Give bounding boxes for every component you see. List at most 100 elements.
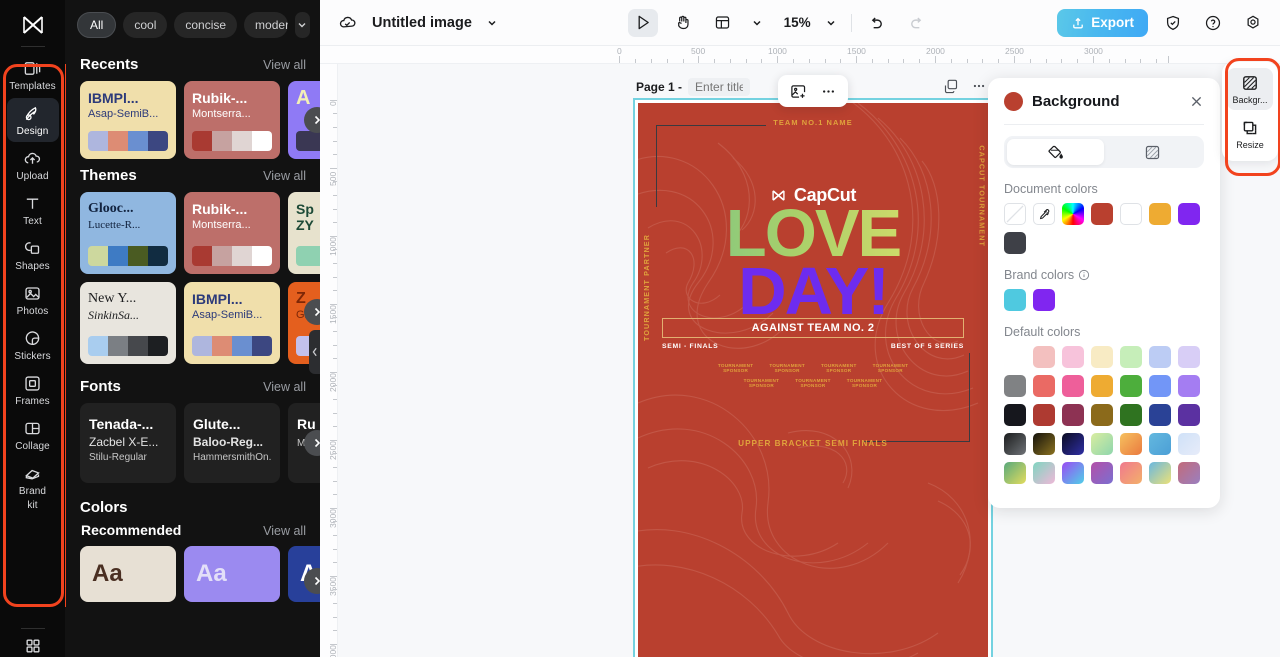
swatch-default-gradient[interactable] [1149,433,1171,455]
font-card[interactable]: Tenada-... Zacbel X-E... Stilu-Regular [80,403,176,483]
view-all-fonts[interactable]: View all [263,380,306,394]
swatch-default[interactable] [1178,346,1200,368]
swatch-default-gradient[interactable] [1149,462,1171,484]
fill-tab[interactable] [1007,139,1104,165]
chevron-down-icon[interactable] [295,12,310,38]
image-plus-icon[interactable] [784,78,812,104]
hand-tool-button[interactable] [668,9,698,37]
ellipsis-icon[interactable] [971,78,987,94]
sidebar-item-design[interactable]: Design [7,98,59,142]
swatch-default[interactable] [1149,375,1171,397]
horizontal-ruler[interactable]: 0 500 1000 1500 2000 2500 3000 [320,46,1280,64]
swatch-default[interactable] [1091,404,1113,426]
vertical-ruler[interactable]: 0 500 1000 1500 2000 2500 3000 3500 4000 [320,64,338,657]
zoom-chevron-down-icon[interactable] [821,9,841,37]
close-icon[interactable] [1189,94,1204,109]
swatch-document-color[interactable] [1004,232,1026,254]
swatch-document-color[interactable] [1178,203,1200,225]
swatch-default-gradient[interactable] [1033,462,1055,484]
swatch-document-color[interactable] [1120,203,1142,225]
transparent-tab[interactable] [1104,139,1201,165]
sidebar-item-collage[interactable]: Collage [7,413,59,457]
theme-card[interactable]: IBMPl... Asap-SemiB... [184,282,280,364]
redo-button[interactable] [902,9,932,37]
sidebar-item-brand-kit[interactable]: Brand kit [7,458,59,516]
chip-concise[interactable]: concise [174,12,237,38]
undo-button[interactable] [862,9,892,37]
chip-cool[interactable]: cool [123,12,167,38]
theme-card[interactable]: New Y... SinkinSa... [80,282,176,364]
sidebar-item-upload[interactable]: Upload [7,143,59,187]
swatch-document-color[interactable] [1091,203,1113,225]
theme-card[interactable]: Sp ZY [288,192,320,274]
sidebar-item-templates[interactable]: Templates [7,53,59,97]
swatch-default[interactable] [1062,375,1084,397]
swatch-default[interactable] [1149,404,1171,426]
swatch-brand-color[interactable] [1004,289,1026,311]
swatch-default[interactable] [1178,404,1200,426]
swatch-default[interactable] [1004,375,1026,397]
swatch-default-gradient[interactable] [1091,462,1113,484]
settings-gear-icon[interactable] [1238,9,1268,37]
font-card[interactable]: Glute... Baloo-Reg... HammersmithOn... [184,403,280,483]
swatch-default-gradient[interactable] [1120,462,1142,484]
chip-all[interactable]: All [77,12,116,38]
capcut-logo-icon[interactable] [20,12,46,38]
ellipsis-icon[interactable] [814,78,842,104]
apps-grid-icon[interactable] [24,637,42,655]
view-all-recents[interactable]: View all [263,58,306,72]
layout-tool-button[interactable] [708,9,738,37]
shield-icon[interactable] [1158,9,1188,37]
swatch-rainbow[interactable] [1062,203,1084,225]
help-circle-icon[interactable] [1198,9,1228,37]
swatch-default[interactable] [1033,375,1055,397]
page-canvas[interactable]: TEAM NO.1 NAME TOURNAMENT PARTNER CAPCUT… [635,100,991,657]
swatch-default[interactable] [1033,346,1055,368]
swatch-none[interactable] [1004,203,1026,225]
swatch-default[interactable] [1149,346,1171,368]
recents-card[interactable]: IBMPl... Asap-SemiB... [80,81,176,159]
background-tool-button[interactable]: Backgr... [1227,68,1273,110]
sidebar-item-frames[interactable]: Frames [7,368,59,412]
swatch-default-gradient[interactable] [1120,433,1142,455]
swatch-eyedropper[interactable] [1033,203,1055,225]
sidebar-item-shapes[interactable]: Shapes [7,233,59,277]
chevron-down-icon[interactable] [748,9,766,37]
export-button[interactable]: Export [1057,9,1148,37]
swatch-default[interactable] [1004,404,1026,426]
view-all-colors[interactable]: View all [263,524,306,538]
swatch-default-gradient[interactable] [1178,433,1200,455]
page-title-input[interactable] [688,78,750,96]
swatch-default[interactable] [1178,375,1200,397]
swatch-default-gradient[interactable] [1004,462,1026,484]
background-color-swatch[interactable] [1004,92,1023,111]
cloud-saved-icon[interactable] [332,9,362,37]
info-icon[interactable] [1078,269,1090,281]
select-tool-button[interactable] [628,9,658,37]
swatch-default[interactable] [1120,346,1142,368]
swatch-default[interactable] [1062,404,1084,426]
chevron-down-icon[interactable] [482,9,502,37]
theme-card[interactable]: Glooc... Lucette-R... [80,192,176,274]
swatch-default-gradient[interactable] [1033,433,1055,455]
theme-card[interactable]: Rubik-... Montserra... [184,192,280,274]
swatch-default[interactable] [1091,375,1113,397]
swatch-default-gradient[interactable] [1004,433,1026,455]
view-all-themes[interactable]: View all [263,169,306,183]
panel-collapse-handle[interactable] [309,330,320,374]
sidebar-item-photos[interactable]: Photos [7,278,59,322]
swatch-brand-color[interactable] [1033,289,1055,311]
color-card[interactable]: Aa [80,546,176,602]
document-title[interactable]: Untitled image [372,15,472,31]
swatch-default[interactable] [1091,346,1113,368]
sidebar-item-text[interactable]: Text [7,188,59,232]
swatch-default-gradient[interactable] [1178,462,1200,484]
recents-card[interactable]: Rubik-... Montserra... [184,81,280,159]
sidebar-item-stickers[interactable]: Stickers [7,323,59,367]
color-card[interactable]: Aa [184,546,280,602]
swatch-default-gradient[interactable] [1062,462,1084,484]
swatch-default[interactable] [1120,375,1142,397]
swatch-document-color[interactable] [1149,203,1171,225]
swatch-default[interactable] [1062,346,1084,368]
swatch-default-gradient[interactable] [1062,433,1084,455]
